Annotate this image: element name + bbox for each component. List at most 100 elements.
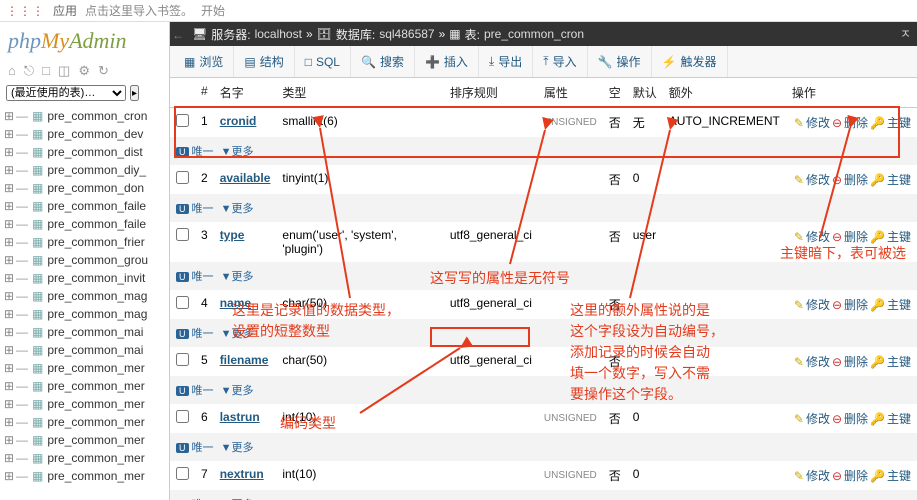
primary-key-link[interactable]: 🔑主键 bbox=[870, 296, 911, 313]
start-link[interactable]: 开始 bbox=[201, 2, 225, 19]
primary-key-link[interactable]: 🔑主键 bbox=[870, 353, 911, 370]
primary-key-link[interactable]: 🔑主键 bbox=[870, 114, 911, 131]
tree-item[interactable]: ⊞—▦pre_common_mag bbox=[2, 287, 167, 305]
row-more: U 唯一 ▼更多 bbox=[170, 262, 917, 290]
edit-link[interactable]: ✎修改 bbox=[794, 353, 830, 370]
column-name[interactable]: cronid bbox=[220, 114, 257, 128]
tree-item[interactable]: ⊞—▦pre_common_mer bbox=[2, 395, 167, 413]
more-dropdown[interactable]: ▼更多 bbox=[221, 146, 254, 158]
tree-item[interactable]: ⊞—▦pre_common_mer bbox=[2, 449, 167, 467]
delete-link[interactable]: ⊖删除 bbox=[832, 410, 868, 427]
column-name[interactable]: lastrun bbox=[220, 410, 260, 424]
row-checkbox[interactable] bbox=[176, 171, 189, 184]
bc-db[interactable]: sql486587 bbox=[379, 27, 434, 41]
tree-item[interactable]: ⊞—▦pre_common_mag bbox=[2, 305, 167, 323]
row-checkbox[interactable] bbox=[176, 410, 189, 423]
table-row: 4namechar(50)utf8_general_ci否✎修改⊖删除🔑主键 bbox=[170, 290, 917, 319]
edit-link[interactable]: ✎修改 bbox=[794, 467, 830, 484]
delete-link[interactable]: ⊖删除 bbox=[832, 171, 868, 188]
edit-link[interactable]: ✎修改 bbox=[794, 228, 830, 245]
tree-item[interactable]: ⊞—▦pre_common_faile bbox=[2, 197, 167, 215]
collapse-icon[interactable]: ← bbox=[172, 28, 184, 42]
tree-item[interactable]: ⊞—▦pre_common_mer bbox=[2, 359, 167, 377]
tree-item[interactable]: ⊞—▦pre_common_cron bbox=[2, 107, 167, 125]
tree-item[interactable]: ⊞—▦pre_common_mer bbox=[2, 413, 167, 431]
delete-link[interactable]: ⊖删除 bbox=[832, 114, 868, 131]
tab-插入[interactable]: ➕插入 bbox=[415, 46, 479, 77]
tab-操作[interactable]: 🔧操作 bbox=[588, 46, 652, 77]
home-icon[interactable]: ⌂ bbox=[8, 63, 16, 79]
table-row: 2availabletinyint(1)否0✎修改⊖删除🔑主键 bbox=[170, 165, 917, 194]
apps-icon: ⋮⋮⋮ bbox=[6, 4, 45, 18]
column-name[interactable]: type bbox=[220, 228, 245, 242]
more-dropdown[interactable]: ▼更多 bbox=[221, 328, 254, 340]
recent-go[interactable]: ▸ bbox=[130, 85, 139, 101]
tab-结构[interactable]: ▤结构 bbox=[234, 46, 294, 77]
column-name[interactable]: name bbox=[220, 296, 251, 310]
tabs: ▦浏览▤结构□SQL🔍搜索➕插入⤓导出⤒导入🔧操作⚡触发器 bbox=[170, 46, 917, 78]
tab-搜索[interactable]: 🔍搜索 bbox=[351, 46, 415, 77]
more-dropdown[interactable]: ▼更多 bbox=[221, 442, 254, 454]
tree-item[interactable]: ⊞—▦pre_common_mai bbox=[2, 323, 167, 341]
table-row: 5filenamechar(50)utf8_general_ci否✎修改⊖删除🔑… bbox=[170, 347, 917, 376]
more-dropdown[interactable]: ▼更多 bbox=[221, 385, 254, 397]
row-more: U 唯一 ▼更多 bbox=[170, 376, 917, 404]
row-checkbox[interactable] bbox=[176, 114, 189, 127]
delete-link[interactable]: ⊖删除 bbox=[832, 228, 868, 245]
sql-icon[interactable]: □ bbox=[42, 63, 50, 79]
tree-item[interactable]: ⊞—▦pre_common_frier bbox=[2, 233, 167, 251]
primary-key-link[interactable]: 🔑主键 bbox=[870, 467, 911, 484]
tab-SQL[interactable]: □SQL bbox=[295, 46, 351, 77]
row-checkbox[interactable] bbox=[176, 228, 189, 241]
logout-icon[interactable]: ⎋ bbox=[24, 63, 34, 79]
reload-icon[interactable]: ↻ bbox=[98, 63, 109, 79]
docs-icon[interactable]: ◫ bbox=[58, 63, 70, 79]
row-checkbox[interactable] bbox=[176, 296, 189, 309]
more-dropdown[interactable]: ▼更多 bbox=[221, 271, 254, 283]
primary-key-link[interactable]: 🔑主键 bbox=[870, 410, 911, 427]
row-more: U 唯一 ▼更多 bbox=[170, 194, 917, 222]
tree-item[interactable]: ⊞—▦pre_common_dev bbox=[2, 125, 167, 143]
tree-item[interactable]: ⊞—▦pre_common_diy_ bbox=[2, 161, 167, 179]
edit-link[interactable]: ✎修改 bbox=[794, 296, 830, 313]
column-name[interactable]: filename bbox=[220, 353, 269, 367]
tree-item[interactable]: ⊞—▦pre_common_mer bbox=[2, 377, 167, 395]
bc-server[interactable]: localhost bbox=[255, 27, 302, 41]
bc-table[interactable]: pre_common_cron bbox=[484, 27, 584, 41]
tree-item[interactable]: ⊞—▦pre_common_dist bbox=[2, 143, 167, 161]
settings-icon[interactable]: ⚙ bbox=[78, 63, 90, 79]
tab-导入[interactable]: ⤒导入 bbox=[533, 46, 587, 77]
table-row: 7nextrunint(10)UNSIGNED否0✎修改⊖删除🔑主键 bbox=[170, 461, 917, 490]
tree-item[interactable]: ⊞—▦pre_common_mer bbox=[2, 431, 167, 449]
row-more: U 唯一 ▼更多 bbox=[170, 490, 917, 500]
close-icon[interactable]: ㅈ bbox=[900, 25, 911, 42]
row-checkbox[interactable] bbox=[176, 353, 189, 366]
breadcrumb: ← 🖥 服务器: localhost »🗄 数据库: sql486587 »▦ … bbox=[170, 22, 917, 46]
edit-link[interactable]: ✎修改 bbox=[794, 410, 830, 427]
tree-item[interactable]: ⊞—▦pre_common_mai bbox=[2, 341, 167, 359]
tab-导出[interactable]: ⤓导出 bbox=[479, 46, 533, 77]
logo: phpMyAdmin bbox=[0, 26, 169, 60]
tree-item[interactable]: ⊞—▦pre_common_grou bbox=[2, 251, 167, 269]
tab-浏览[interactable]: ▦浏览 bbox=[174, 46, 234, 77]
edit-link[interactable]: ✎修改 bbox=[794, 114, 830, 131]
more-dropdown[interactable]: ▼更多 bbox=[221, 203, 254, 215]
delete-link[interactable]: ⊖删除 bbox=[832, 467, 868, 484]
tree-item[interactable]: ⊞—▦pre_common_faile bbox=[2, 215, 167, 233]
tree-item[interactable]: ⊞—▦pre_common_invit bbox=[2, 269, 167, 287]
tree-item[interactable]: ⊞—▦pre_common_don bbox=[2, 179, 167, 197]
apps-label[interactable]: 应用 bbox=[53, 2, 77, 19]
column-name[interactable]: nextrun bbox=[220, 467, 264, 481]
primary-key-link[interactable]: 🔑主键 bbox=[870, 228, 911, 245]
primary-key-link[interactable]: 🔑主键 bbox=[870, 171, 911, 188]
row-checkbox[interactable] bbox=[176, 467, 189, 480]
delete-link[interactable]: ⊖删除 bbox=[832, 353, 868, 370]
recent-tables-select[interactable]: (最近使用的表)… bbox=[6, 85, 126, 101]
db-tree: ⊞—▦pre_common_cron⊞—▦pre_common_dev⊞—▦pr… bbox=[0, 107, 169, 485]
tree-item[interactable]: ⊞—▦pre_common_mer bbox=[2, 467, 167, 485]
tab-触发器[interactable]: ⚡触发器 bbox=[652, 46, 728, 77]
edit-link[interactable]: ✎修改 bbox=[794, 171, 830, 188]
import-hint[interactable]: 点击这里导入书签。 bbox=[85, 2, 193, 19]
column-name[interactable]: available bbox=[220, 171, 271, 185]
delete-link[interactable]: ⊖删除 bbox=[832, 296, 868, 313]
